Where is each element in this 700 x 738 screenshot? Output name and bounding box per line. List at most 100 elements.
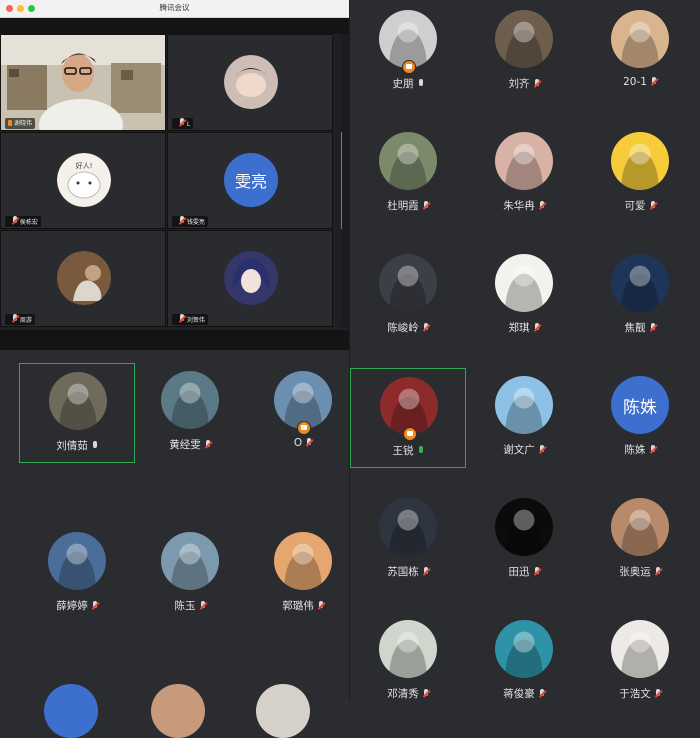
mic-icon[interactable] xyxy=(92,441,98,450)
participant-card[interactable]: 王锐 xyxy=(350,368,466,468)
mic-muted-icon xyxy=(12,216,18,225)
video-tile-avatar[interactable]: 好人! 侯栋宏 xyxy=(0,132,166,229)
mic-muted-icon[interactable] xyxy=(318,601,324,610)
mic-muted-icon[interactable] xyxy=(655,689,661,698)
mic-muted-icon[interactable] xyxy=(423,323,429,332)
participant-card[interactable]: 郑琪 xyxy=(466,246,582,346)
participant-card[interactable]: 苏国栋 xyxy=(350,490,466,590)
video-tile-avatar[interactable]: 刘贺伟 xyxy=(167,230,333,327)
participant-card[interactable]: 黄经雯 xyxy=(132,363,248,463)
mic-muted-icon xyxy=(179,118,185,127)
tile-name-label: 钱雯亮 xyxy=(172,216,208,227)
video-tile-avatar[interactable]: 雯亮 钱雯亮 xyxy=(167,132,333,229)
participant-name: 邓清秀 xyxy=(387,688,419,700)
mic-muted-icon[interactable] xyxy=(205,440,211,449)
participant-card[interactable]: 田迅 xyxy=(466,490,582,590)
avatar xyxy=(611,254,669,312)
tile-name-label: L xyxy=(172,118,194,129)
mic-muted-icon[interactable] xyxy=(92,601,98,610)
participant-name-row: 陈姝 xyxy=(582,442,698,457)
video-tile-camera[interactable]: 谢晓伟 xyxy=(0,34,166,131)
participant-name-row: 苏国栋 xyxy=(350,564,466,579)
participant-card[interactable]: 陈姝 陈姝 xyxy=(582,368,698,468)
participant-card[interactable]: O xyxy=(245,363,361,463)
participant-card[interactable]: 邓清秀 xyxy=(350,612,466,712)
participant-name-row: 刘齐 xyxy=(466,76,582,91)
mic-muted-icon[interactable] xyxy=(650,201,656,210)
participant-name: 薛婷婷 xyxy=(56,600,88,612)
avatar xyxy=(57,251,111,305)
avatar xyxy=(274,532,332,590)
host-icon xyxy=(297,421,311,435)
avatar xyxy=(495,132,553,190)
video-tile-avatar[interactable]: L xyxy=(167,34,333,131)
mic-muted-icon[interactable] xyxy=(306,438,312,447)
avatar xyxy=(44,684,98,738)
avatar: 雯亮 xyxy=(224,153,278,207)
participant-name: 蒋俊豪 xyxy=(503,688,535,700)
participant-card[interactable]: 蒋俊豪 xyxy=(466,612,582,712)
participant-name: 陈峻岭 xyxy=(387,322,419,334)
mic-muted-icon xyxy=(12,314,18,323)
participant-name-row: 焦靓 xyxy=(582,320,698,335)
participant-card[interactable]: 朱华冉 xyxy=(466,124,582,224)
participant-card[interactable]: 可爱 xyxy=(582,124,698,224)
avatar xyxy=(49,372,107,430)
participant-card[interactable]: 焦靓 xyxy=(582,246,698,346)
mic-muted-icon[interactable] xyxy=(650,323,656,332)
mic-muted-icon[interactable] xyxy=(651,77,657,86)
video-tile-avatar[interactable]: 周游 xyxy=(0,230,166,327)
mic-muted-icon[interactable] xyxy=(423,201,429,210)
avatar xyxy=(495,254,553,312)
participant-name: 史朋 xyxy=(392,78,414,90)
avatar xyxy=(495,10,553,68)
window-title: 腾讯会议 xyxy=(159,3,190,12)
mic-muted-icon[interactable] xyxy=(534,567,540,576)
scroll-edge xyxy=(341,34,349,131)
mic-muted-icon[interactable] xyxy=(423,689,429,698)
participant-name: 刘倩茹 xyxy=(56,440,88,452)
avatar xyxy=(495,498,553,556)
participant-card[interactable]: 陈峻岭 xyxy=(350,246,466,346)
participant-name-row: 薛婷婷 xyxy=(19,598,135,613)
participant-card[interactable]: 史朋 xyxy=(350,2,466,102)
participant-card[interactable]: 20-1 xyxy=(582,2,698,102)
participant-card[interactable]: 刘倩茹 xyxy=(19,363,135,463)
avatar xyxy=(611,10,669,68)
participant-card[interactable]: 郭璐伟 xyxy=(245,524,361,624)
mic-icon[interactable] xyxy=(418,79,424,88)
mic-muted-icon[interactable] xyxy=(539,689,545,698)
mic-muted-icon[interactable] xyxy=(650,445,656,454)
participant-card[interactable]: 陈玉 xyxy=(132,524,248,624)
avatar xyxy=(379,620,437,678)
mic-muted-icon[interactable] xyxy=(539,201,545,210)
mic-muted-icon[interactable] xyxy=(200,601,206,610)
participant-card[interactable]: 张奥运 xyxy=(582,490,698,590)
participant-name-row: 蒋俊豪 xyxy=(466,686,582,701)
participant-name: 20-1 xyxy=(623,76,647,88)
participant-card[interactable]: 薛婷婷 xyxy=(19,524,135,624)
mic-icon[interactable] xyxy=(418,446,424,455)
avatar xyxy=(379,132,437,190)
mic-muted-icon[interactable] xyxy=(539,445,545,454)
avatar xyxy=(161,532,219,590)
scroll-edge xyxy=(341,230,349,327)
participant-name-row: 郑琪 xyxy=(466,320,582,335)
participant-card[interactable]: 杜明霞 xyxy=(350,124,466,224)
participant-name: 谢文广 xyxy=(503,444,535,456)
participant-card[interactable]: 于浩文 xyxy=(582,612,698,712)
video-grid: 谢晓伟 L 好人! 侯栋宏 雯亮 钱雯亮 周游 刘贺伟 xyxy=(0,34,350,330)
mic-muted-icon xyxy=(179,216,185,225)
participant-card[interactable]: 刘齐 xyxy=(466,2,582,102)
participant-name-row: 张奥运 xyxy=(582,564,698,579)
avatar xyxy=(256,684,310,738)
avatar: 陈姝 xyxy=(611,376,669,434)
mic-muted-icon[interactable] xyxy=(655,567,661,576)
participant-name-row: 可爱 xyxy=(582,198,698,213)
participant-card[interactable]: 谢文广 xyxy=(466,368,582,468)
host-icon xyxy=(403,427,417,441)
mic-muted-icon[interactable] xyxy=(534,323,540,332)
mic-muted-icon[interactable] xyxy=(423,567,429,576)
mic-muted-icon xyxy=(179,314,185,323)
mic-muted-icon[interactable] xyxy=(534,79,540,88)
